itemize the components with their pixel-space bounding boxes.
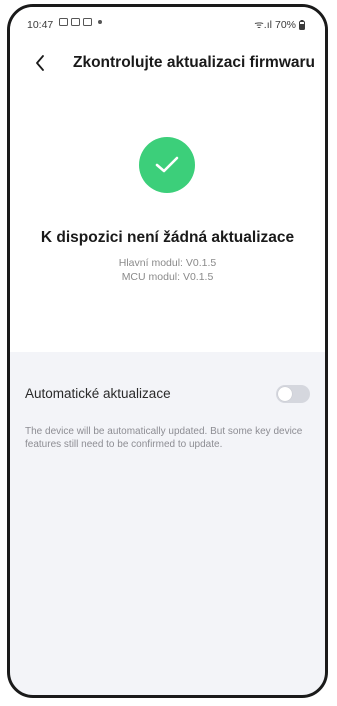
- battery-level: 70%: [274, 19, 296, 31]
- gallery-notification-icon: [59, 18, 68, 26]
- toggle-knob: [278, 387, 292, 401]
- status-bar: 10:47 ᯤ.ıl 70%: [10, 7, 325, 33]
- app-notification-icon: [83, 18, 92, 26]
- main-module-version: Hlavní modul: V0.1.5: [118, 257, 217, 269]
- battery-icon: [299, 20, 305, 30]
- app-notification-icon: [71, 18, 80, 26]
- checkmark-icon: [155, 156, 179, 173]
- auto-update-row: Automatické aktualizace: [10, 371, 325, 415]
- system-status: ᯤ.ıl 70%: [254, 18, 305, 32]
- notification-icons: [59, 18, 102, 26]
- auto-update-label: Automatické aktualizace: [25, 386, 171, 401]
- mcu-module-version: MCU modul: V0.1.5: [121, 271, 214, 283]
- auto-update-description: The device will be automatically updated…: [25, 426, 303, 450]
- navigation-bar: Zkontrolujte aktualizaci firmwaru: [10, 47, 325, 79]
- update-status-heading: K dispozici není žádná aktualizace: [40, 229, 295, 246]
- back-button[interactable]: [28, 51, 52, 75]
- status-time: 10:47: [27, 19, 54, 31]
- auto-update-toggle[interactable]: [276, 385, 310, 403]
- chevron-left-icon: [36, 55, 44, 71]
- page-title: Zkontrolujte aktualizaci firmwaru: [73, 54, 316, 71]
- phone-frame: 10:47 ᯤ.ıl 70% Zkontrolujte aktualizaci …: [7, 4, 328, 698]
- signal-icon: ᯤ.ıl: [254, 19, 272, 31]
- success-check-icon: [139, 137, 195, 193]
- more-notifications-icon: [98, 20, 102, 24]
